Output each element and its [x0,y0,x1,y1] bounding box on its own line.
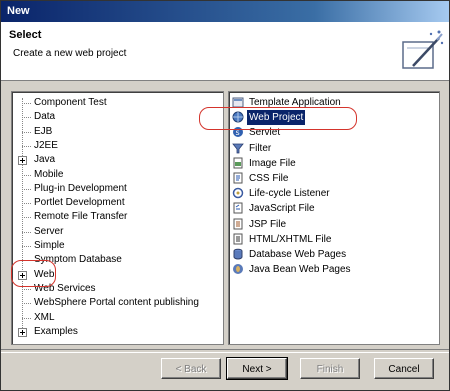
image-file-icon [233,157,243,169]
tree-item[interactable]: WebSphere Portal content publishing [12,296,221,310]
tree-connector [22,317,31,319]
tree-item[interactable]: J2EE [12,139,221,153]
annotation-circle-web [11,260,56,287]
next-button[interactable]: Next > [226,357,288,380]
wizard-list-item[interactable]: Database Web Pages [232,247,436,262]
wizard-list-item[interactable]: HTML/XHTML File [232,232,436,247]
tree-item-label: Data [34,111,56,123]
tree-connector [22,246,31,247]
title-bar[interactable]: New [1,1,449,22]
tree-connector [22,131,31,133]
wizard-list-item-label: JavaScript File [249,203,315,215]
tree-item-label: EJB [34,125,53,137]
css-file-icon [233,172,243,184]
wizard-list-item[interactable]: JavaScript File [232,201,436,216]
tree-item[interactable]: Remote File Transfer [12,210,221,224]
tree-item[interactable]: XML [12,311,221,325]
tree-item[interactable]: Data [12,110,221,124]
tree-connector [22,288,31,290]
tree-item-label: Component Test [34,97,107,108]
wizard-list-item[interactable]: CSS File [232,171,436,186]
tree-connector [22,188,31,190]
category-tree[interactable]: Component Test Data EJB J2EE Java Mobile Plug-… [11,91,224,345]
annotation-circle-web-project [199,107,357,130]
page-heading: Select [9,29,42,41]
new-wizard-dialog: New Select Create a new web project Comp… [0,0,450,391]
tree-item-label: Portlet Development [34,197,125,209]
button-separator [1,349,449,353]
tree-item-label: Plug-in Development [34,182,127,194]
expand-icon[interactable] [18,156,27,166]
wizard-list-item-label: HTML/XHTML File [249,233,332,245]
tree-connector [22,217,31,219]
wizard-list-item[interactable]: Java Bean Web Pages [232,262,436,277]
tree-item[interactable]: Simple [12,239,221,253]
wizard-list-item-label: CSS File [249,173,289,184]
wizard-list-item-label: Image File [249,157,296,169]
back-button[interactable]: < Back [161,358,221,379]
tree-connector [22,203,31,205]
tree-item[interactable]: Portlet Development [12,196,221,210]
tree-item[interactable]: Component Test [12,96,221,110]
filter-icon [232,143,244,153]
tree-item-label: J2EE [34,139,58,151]
html-file-icon [233,233,243,245]
tree-item[interactable]: Mobile [12,168,221,182]
wizard-list-item[interactable]: Filter [232,141,436,156]
tree-item-label: Remote File Transfer [34,211,128,223]
tree-connector [22,303,31,305]
expand-icon[interactable] [18,327,27,337]
wizard-list-item[interactable]: JSP File [232,217,436,232]
tree-item[interactable]: Server [12,225,221,239]
tree-item-label: Simple [34,240,65,251]
tree-connector [22,174,31,176]
tree-item[interactable]: Plug-in Development [12,182,221,196]
tree-item-label: XML [34,311,55,323]
listener-icon [232,187,244,199]
cancel-button[interactable]: Cancel [374,358,434,379]
tree-connector [22,103,31,104]
tree-item[interactable]: EJB [12,125,221,139]
tree-item-label: Server [34,225,64,237]
jsp-file-icon [233,218,243,230]
wizard-list-item-label: Filter [249,142,272,154]
wizard-list-item-label: Java Bean Web Pages [249,264,351,276]
new-wizard-icon [402,30,444,69]
tree-item-label: WebSphere Portal content publishing [34,297,199,309]
java-bean-web-pages-icon [233,264,243,275]
finish-button[interactable]: Finish [300,358,360,379]
wizard-banner: Select Create a new web project [1,22,449,81]
database-web-pages-icon [233,248,243,260]
wizard-list-item-label: JSP File [249,218,287,230]
wizard-list-item[interactable]: Image File [232,156,436,171]
page-subtitle: Create a new web project [13,48,127,59]
tree-item[interactable]: Examples [12,325,221,339]
tree-item-label: Java [34,154,56,166]
tree-connector [22,117,31,119]
wizard-list-item-label: Life-cycle Listener [249,188,330,200]
javascript-file-icon [233,202,243,214]
tree-item-label: Examples [34,325,78,337]
wizard-list-item[interactable]: Life-cycle Listener [232,186,436,201]
tree-item-label: Mobile [34,168,64,180]
tree-item[interactable]: Java [12,153,221,167]
tree-connector [22,231,31,233]
tree-connector [22,145,31,147]
window-title: New [7,5,30,17]
wizard-list-item-label: Database Web Pages [249,249,347,260]
